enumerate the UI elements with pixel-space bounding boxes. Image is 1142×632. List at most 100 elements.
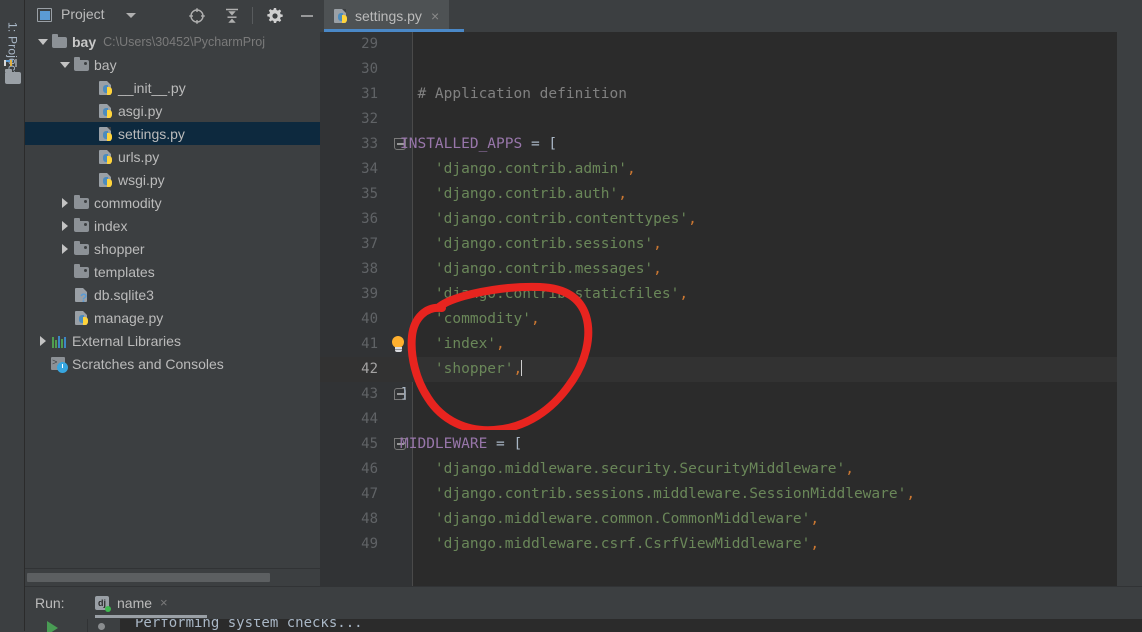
tree-row-external-libraries[interactable]: External Libraries [25,329,320,352]
code-line[interactable]: 48 'django.middleware.common.CommonMiddl… [320,507,1142,532]
project-tree[interactable]: bay C:\Users\30452\PycharmProj bay __ini… [25,30,320,564]
code-editor[interactable]: 29 30 31 # Application definition 32 33 INSTA… [320,32,1142,586]
code-line-text: 'index', [434,336,505,352]
stripe-folder-icon[interactable] [5,69,21,85]
collapse-all-icon[interactable] [222,6,242,26]
tree-row[interactable]: shopper [25,237,320,260]
code-line[interactable]: 49 'django.middleware.csrf.CsrfViewMiddl… [320,532,1142,557]
line-number: 42 [361,361,378,377]
editor-right-filler [1117,0,1142,586]
twisty-icon[interactable] [57,214,73,237]
tree-item-label: External Libraries [72,332,181,349]
unknown-file-icon: ? [73,287,90,305]
run-tab-name[interactable]: dj name × [95,590,168,615]
tree-row[interactable]: bay [25,53,320,76]
minimize-icon[interactable] [297,6,317,26]
code-line[interactable]: 29 [320,32,1142,57]
code-line[interactable]: 35 'django.contrib.auth', [320,182,1142,207]
code-line[interactable]: 46 'django.middleware.security.SecurityM… [320,457,1142,482]
code-line-text: 'commodity', [434,311,540,327]
code-line[interactable]: 41 'index', [320,332,1142,357]
rerun-play-icon[interactable] [47,621,58,632]
tree-item-label: commodity [94,194,162,211]
code-line[interactable]: 37 'django.contrib.sessions', [320,232,1142,257]
tree-item-label: urls.py [118,148,160,165]
tree-item-label: index [94,217,128,234]
tree-row[interactable]: ? db.sqlite3 [25,283,320,306]
editor-tab-settings-py[interactable]: settings.py × [324,0,450,32]
code-line-text: # Application definition [400,86,627,102]
tree-row[interactable]: bay C:\Users\30452\PycharmProj [25,30,320,53]
line-number: 29 [361,36,378,52]
project-panel-title[interactable]: Project [61,6,105,22]
code-line-text: 'shopper', [434,360,523,377]
code-line[interactable]: 45 MIDDLEWARE = [ [320,432,1142,457]
code-line[interactable]: 31 # Application definition [320,82,1142,107]
tree-item-label: __init__.py [118,79,186,96]
tree-row[interactable]: urls.py [25,145,320,168]
close-icon[interactable]: × [431,9,439,23]
tree-item-label: wsgi.py [118,171,165,188]
code-line[interactable]: 32 [320,107,1142,132]
tree-row[interactable]: wsgi.py [25,168,320,191]
editor-area: settings.py × 29 30 31 # Application defin… [320,0,1142,586]
folder-src-icon [73,57,90,73]
code-line[interactable]: 44 [320,407,1142,432]
code-line[interactable]: 47 'django.contrib.sessions.middleware.S… [320,482,1142,507]
run-console[interactable]: Performing system checks... [25,619,1142,632]
tree-row[interactable]: asgi.py [25,99,320,122]
scrollbar-thumb[interactable] [27,573,270,582]
line-number: 31 [361,86,378,102]
code-line[interactable]: 30 [320,57,1142,82]
console-action-icon[interactable] [98,623,105,630]
line-number: 38 [361,261,378,277]
text-caret [521,360,523,376]
tree-row[interactable]: templates [25,260,320,283]
code-line[interactable]: 36 'django.contrib.contenttypes', [320,207,1142,232]
tree-row-scratches[interactable]: >_ Scratches and Consoles [25,352,320,375]
locate-icon[interactable] [187,6,207,26]
code-line-text: 'django.middleware.security.SecurityMidd… [434,461,854,477]
code-line-text: 'django.contrib.sessions.middleware.Sess… [434,486,916,502]
tree-item-label: db.sqlite3 [94,286,154,303]
code-line[interactable]: 34 'django.contrib.admin', [320,157,1142,182]
twisty-icon[interactable] [35,329,51,352]
tree-item-path: C:\Users\30452\PycharmProj [103,34,265,49]
tree-row[interactable]: commodity [25,191,320,214]
code-line-text: 'django.contrib.sessions', [434,236,662,252]
twisty-icon[interactable] [57,237,73,260]
twisty-icon[interactable] [35,30,51,53]
tree-row[interactable]: index [25,214,320,237]
close-icon[interactable]: × [160,595,168,610]
folder-icon [51,34,68,50]
run-tab-label: name [117,594,153,611]
python-file-icon [97,172,114,188]
code-line[interactable]: 43] [320,382,1142,407]
code-line[interactable]: 39 'django.contrib.staticfiles', [320,282,1142,307]
tree-item-label: shopper [94,240,145,257]
line-number: 43 [361,386,378,402]
code-line[interactable]: 42 'shopper', [320,357,1142,382]
tree-row[interactable]: manage.py [25,306,320,329]
code-line[interactable]: 38 'django.contrib.messages', [320,257,1142,282]
twisty-icon[interactable] [57,53,73,76]
code-line[interactable]: 33 INSTALLED_APPS = [ [320,132,1142,157]
code-line-text: INSTALLED_APPS = [ [400,136,558,152]
tree-item-label: Scratches and Consoles [72,355,224,372]
gear-icon[interactable] [265,6,285,26]
python-file-icon [97,103,114,119]
tree-row[interactable]: __init__.py [25,76,320,99]
project-panel-horizontal-scrollbar[interactable] [25,568,320,586]
code-line[interactable]: 40 'commodity', [320,307,1142,332]
line-number: 39 [361,286,378,302]
tree-row-settings-py[interactable]: settings.py [25,122,320,145]
twisty-icon[interactable] [57,191,73,214]
code-line-text: 'django.contrib.admin', [434,161,636,177]
run-tab-indicator [95,615,207,618]
libraries-icon [51,333,68,349]
run-console-output: Performing system checks... [135,619,363,631]
tree-item-label: templates [94,263,155,280]
tree-item-label: asgi.py [118,102,163,119]
code-line-text: 'django.contrib.staticfiles', [434,286,689,302]
chevron-down-icon[interactable] [126,13,136,18]
